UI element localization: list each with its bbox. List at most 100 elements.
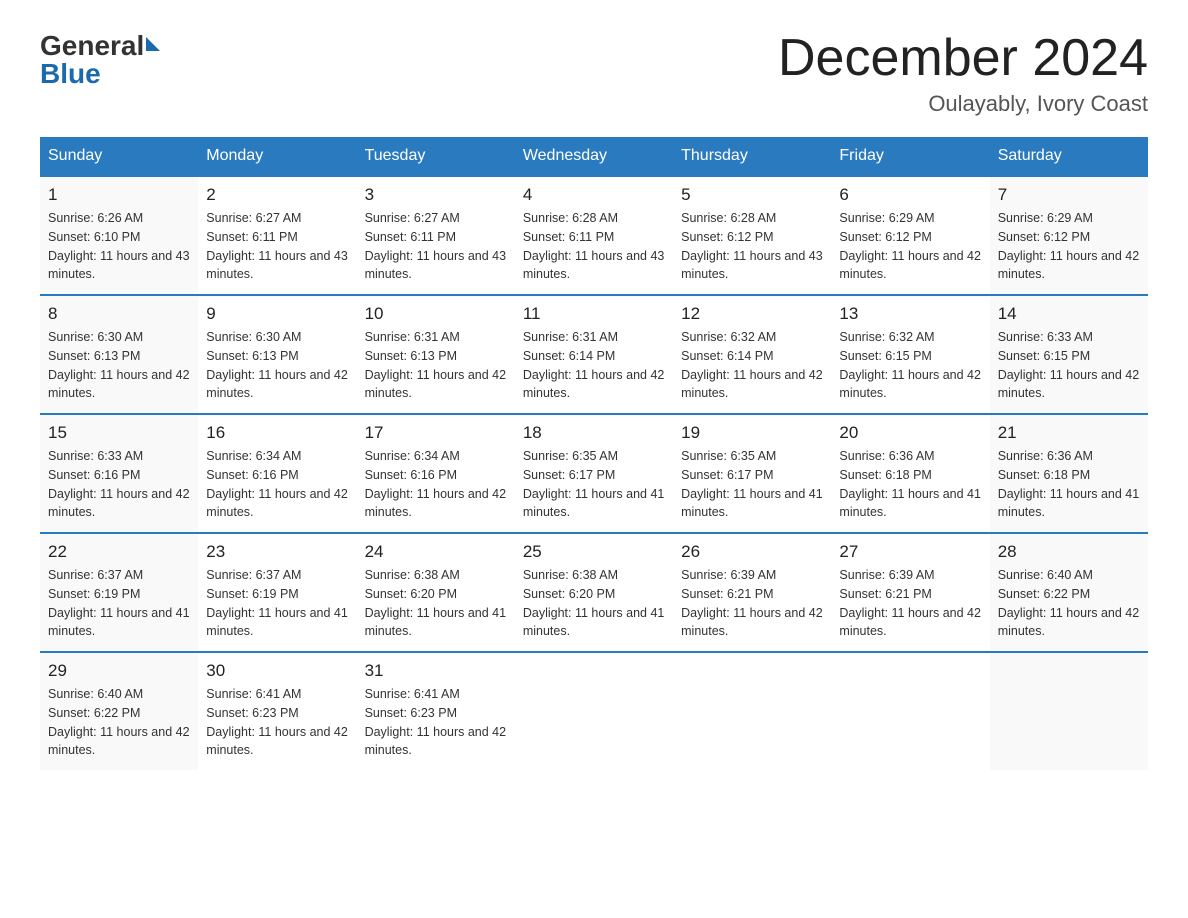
location: Oulayably, Ivory Coast	[778, 91, 1148, 117]
calendar-cell: 29 Sunrise: 6:40 AMSunset: 6:22 PMDayligh…	[40, 652, 198, 770]
calendar-week-4: 22Sunrise: 6:37 AMSunset: 6:19 PMDayligh…	[40, 533, 1148, 652]
day-info: Sunrise: 6:32 AMSunset: 6:15 PMDaylight:…	[839, 328, 981, 403]
day-info: Sunrise: 6:31 AMSunset: 6:13 PMDaylight:…	[365, 328, 507, 403]
calendar-cell: 2 Sunrise: 6:27 AMSunset: 6:11 PMDaylight…	[198, 176, 356, 295]
day-number: 30	[206, 661, 348, 681]
day-number: 10	[365, 304, 507, 324]
day-info: Sunrise: 6:36 AMSunset: 6:18 PMDaylight:…	[998, 447, 1140, 522]
day-number: 2	[206, 185, 348, 205]
calendar-cell: 30Sunrise: 6:41 AMSunset: 6:23 PMDayligh…	[198, 652, 356, 770]
weekday-header-monday: Monday	[198, 137, 356, 176]
day-number: 18	[523, 423, 665, 443]
calendar-cell: 23Sunrise: 6:37 AMSunset: 6:19 PMDayligh…	[198, 533, 356, 652]
calendar-cell	[673, 652, 831, 770]
calendar-cell: 6 Sunrise: 6:29 AMSunset: 6:12 PMDaylight…	[831, 176, 989, 295]
calendar-cell: 5 Sunrise: 6:28 AMSunset: 6:12 PMDaylight…	[673, 176, 831, 295]
calendar-cell: 10 Sunrise: 6:31 AMSunset: 6:13 PMDayligh…	[357, 295, 515, 414]
day-info: Sunrise: 6:34 AMSunset: 6:16 PMDaylight:…	[206, 447, 348, 522]
day-info: Sunrise: 6:37 AMSunset: 6:19 PMDaylight:…	[206, 566, 348, 641]
calendar-week-1: 1 Sunrise: 6:26 AMSunset: 6:10 PMDaylight…	[40, 176, 1148, 295]
day-number: 8	[48, 304, 190, 324]
day-info: Sunrise: 6:40 AMSunset: 6:22 PMDaylight:…	[48, 685, 190, 760]
weekday-header-tuesday: Tuesday	[357, 137, 515, 176]
day-number: 26	[681, 542, 823, 562]
day-info: Sunrise: 6:30 AMSunset: 6:13 PMDaylight:…	[206, 328, 348, 403]
calendar-cell: 16 Sunrise: 6:34 AMSunset: 6:16 PMDayligh…	[198, 414, 356, 533]
day-info: Sunrise: 6:39 AMSunset: 6:21 PMDaylight:…	[681, 566, 823, 641]
day-number: 12	[681, 304, 823, 324]
day-info: Sunrise: 6:39 AMSunset: 6:21 PMDaylight:…	[839, 566, 981, 641]
day-info: Sunrise: 6:29 AMSunset: 6:12 PMDaylight:…	[998, 209, 1140, 284]
calendar-cell: 26 Sunrise: 6:39 AMSunset: 6:21 PMDayligh…	[673, 533, 831, 652]
calendar-cell: 14Sunrise: 6:33 AMSunset: 6:15 PMDayligh…	[990, 295, 1148, 414]
day-number: 24	[365, 542, 507, 562]
calendar-cell: 3 Sunrise: 6:27 AMSunset: 6:11 PMDaylight…	[357, 176, 515, 295]
day-info: Sunrise: 6:35 AMSunset: 6:17 PMDaylight:…	[523, 447, 665, 522]
calendar-cell: 8 Sunrise: 6:30 AMSunset: 6:13 PMDaylight…	[40, 295, 198, 414]
day-number: 1	[48, 185, 190, 205]
day-info: Sunrise: 6:27 AMSunset: 6:11 PMDaylight:…	[206, 209, 348, 284]
day-number: 9	[206, 304, 348, 324]
day-number: 17	[365, 423, 507, 443]
day-number: 15	[48, 423, 190, 443]
day-number: 16	[206, 423, 348, 443]
calendar-cell: 22Sunrise: 6:37 AMSunset: 6:19 PMDayligh…	[40, 533, 198, 652]
calendar-cell: 25Sunrise: 6:38 AMSunset: 6:20 PMDayligh…	[515, 533, 673, 652]
calendar-week-3: 15 Sunrise: 6:33 AMSunset: 6:16 PMDayligh…	[40, 414, 1148, 533]
day-info: Sunrise: 6:30 AMSunset: 6:13 PMDaylight:…	[48, 328, 190, 403]
day-info: Sunrise: 6:28 AMSunset: 6:12 PMDaylight:…	[681, 209, 823, 284]
calendar-cell: 31 Sunrise: 6:41 AMSunset: 6:23 PMDayligh…	[357, 652, 515, 770]
day-number: 27	[839, 542, 981, 562]
day-number: 31	[365, 661, 507, 681]
day-number: 11	[523, 304, 665, 324]
day-info: Sunrise: 6:34 AMSunset: 6:16 PMDaylight:…	[365, 447, 507, 522]
weekday-header-wednesday: Wednesday	[515, 137, 673, 176]
weekday-header-row: SundayMondayTuesdayWednesdayThursdayFrid…	[40, 137, 1148, 176]
calendar-cell: 21 Sunrise: 6:36 AMSunset: 6:18 PMDayligh…	[990, 414, 1148, 533]
calendar-table: SundayMondayTuesdayWednesdayThursdayFrid…	[40, 137, 1148, 770]
day-info: Sunrise: 6:29 AMSunset: 6:12 PMDaylight:…	[839, 209, 981, 284]
calendar-cell: 13 Sunrise: 6:32 AMSunset: 6:15 PMDayligh…	[831, 295, 989, 414]
calendar-cell: 12Sunrise: 6:32 AMSunset: 6:14 PMDayligh…	[673, 295, 831, 414]
weekday-header-thursday: Thursday	[673, 137, 831, 176]
day-number: 6	[839, 185, 981, 205]
day-info: Sunrise: 6:33 AMSunset: 6:16 PMDaylight:…	[48, 447, 190, 522]
weekday-header-sunday: Sunday	[40, 137, 198, 176]
day-info: Sunrise: 6:38 AMSunset: 6:20 PMDaylight:…	[365, 566, 507, 641]
calendar-cell: 7Sunrise: 6:29 AMSunset: 6:12 PMDaylight…	[990, 176, 1148, 295]
day-info: Sunrise: 6:31 AMSunset: 6:14 PMDaylight:…	[523, 328, 665, 403]
day-info: Sunrise: 6:28 AMSunset: 6:11 PMDaylight:…	[523, 209, 665, 284]
calendar-cell: 20Sunrise: 6:36 AMSunset: 6:18 PMDayligh…	[831, 414, 989, 533]
calendar-cell: 28 Sunrise: 6:40 AMSunset: 6:22 PMDayligh…	[990, 533, 1148, 652]
day-number: 4	[523, 185, 665, 205]
page-header: General Blue December 2024 Oulayably, Iv…	[40, 30, 1148, 117]
calendar-cell: 24 Sunrise: 6:38 AMSunset: 6:20 PMDayligh…	[357, 533, 515, 652]
calendar-cell: 1 Sunrise: 6:26 AMSunset: 6:10 PMDaylight…	[40, 176, 198, 295]
calendar-cell: 4 Sunrise: 6:28 AMSunset: 6:11 PMDaylight…	[515, 176, 673, 295]
calendar-cell: 11 Sunrise: 6:31 AMSunset: 6:14 PMDayligh…	[515, 295, 673, 414]
day-number: 13	[839, 304, 981, 324]
day-number: 28	[998, 542, 1140, 562]
day-info: Sunrise: 6:41 AMSunset: 6:23 PMDaylight:…	[365, 685, 507, 760]
calendar-cell: 18 Sunrise: 6:35 AMSunset: 6:17 PMDayligh…	[515, 414, 673, 533]
calendar-cell: 19Sunrise: 6:35 AMSunset: 6:17 PMDayligh…	[673, 414, 831, 533]
calendar-cell: 15 Sunrise: 6:33 AMSunset: 6:16 PMDayligh…	[40, 414, 198, 533]
day-number: 21	[998, 423, 1140, 443]
calendar-cell	[515, 652, 673, 770]
day-info: Sunrise: 6:33 AMSunset: 6:15 PMDaylight:…	[998, 328, 1140, 403]
day-info: Sunrise: 6:26 AMSunset: 6:10 PMDaylight:…	[48, 209, 190, 284]
day-info: Sunrise: 6:40 AMSunset: 6:22 PMDaylight:…	[998, 566, 1140, 641]
month-title: December 2024	[778, 30, 1148, 87]
logo-blue: Blue	[40, 58, 101, 90]
day-number: 5	[681, 185, 823, 205]
calendar-cell	[831, 652, 989, 770]
calendar-header: SundayMondayTuesdayWednesdayThursdayFrid…	[40, 137, 1148, 176]
calendar-body: 1 Sunrise: 6:26 AMSunset: 6:10 PMDaylight…	[40, 176, 1148, 770]
calendar-cell: 17 Sunrise: 6:34 AMSunset: 6:16 PMDayligh…	[357, 414, 515, 533]
logo: General Blue	[40, 30, 160, 90]
day-number: 3	[365, 185, 507, 205]
title-area: December 2024 Oulayably, Ivory Coast	[778, 30, 1148, 117]
day-info: Sunrise: 6:27 AMSunset: 6:11 PMDaylight:…	[365, 209, 507, 284]
day-number: 29	[48, 661, 190, 681]
day-info: Sunrise: 6:37 AMSunset: 6:19 PMDaylight:…	[48, 566, 190, 641]
